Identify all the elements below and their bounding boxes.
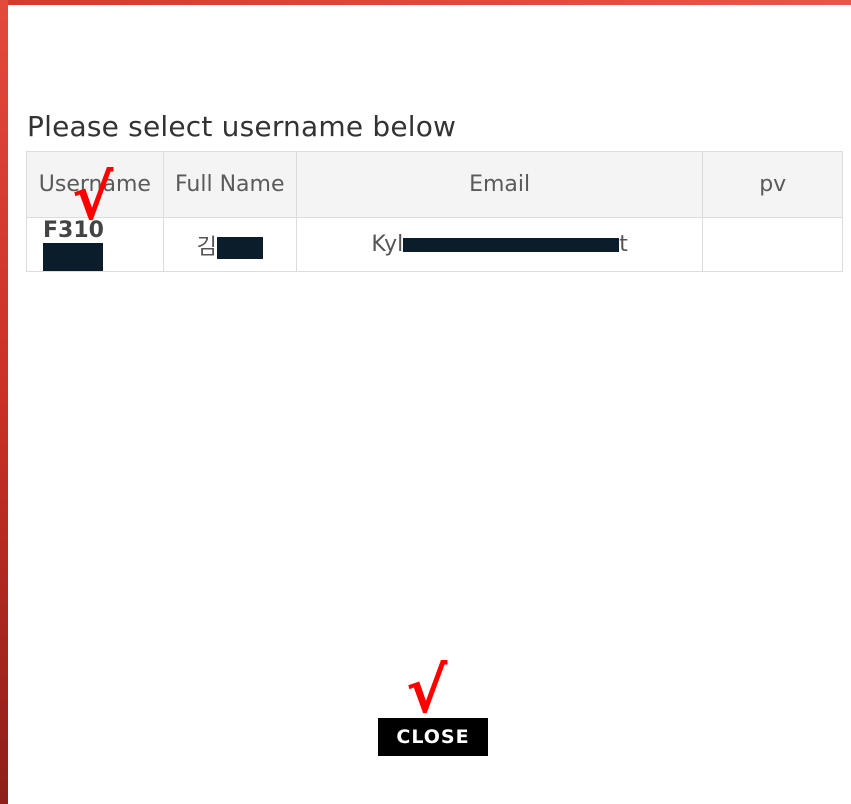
full-name-text: 김 bbox=[196, 234, 217, 260]
email-prefix-text: Kyl bbox=[371, 232, 404, 257]
column-header-pv: pv bbox=[702, 151, 843, 218]
email-suffix-text: t bbox=[619, 232, 628, 257]
email-cell: Kyl t bbox=[295, 217, 704, 272]
checkmark-annotation-icon: √ bbox=[72, 161, 114, 234]
username-table: Username Full Name Email pv F310 김 Kyl t bbox=[26, 151, 843, 272]
pv-cell bbox=[702, 217, 843, 272]
redaction-bar bbox=[43, 243, 103, 271]
redaction-bar bbox=[403, 238, 620, 252]
column-header-email: Email bbox=[295, 151, 704, 218]
table-header-row: Username Full Name Email pv bbox=[26, 151, 843, 218]
checkmark-annotation-icon: √ bbox=[406, 654, 448, 727]
redaction-bar bbox=[216, 236, 263, 259]
window-frame-left bbox=[0, 0, 8, 804]
full-name-cell: 김 bbox=[162, 217, 297, 272]
table-row[interactable]: F310 김 Kyl t bbox=[26, 217, 843, 272]
column-header-full-name: Full Name bbox=[162, 151, 297, 218]
window-frame-top bbox=[0, 0, 851, 5]
page-title: Please select username below bbox=[27, 110, 457, 143]
